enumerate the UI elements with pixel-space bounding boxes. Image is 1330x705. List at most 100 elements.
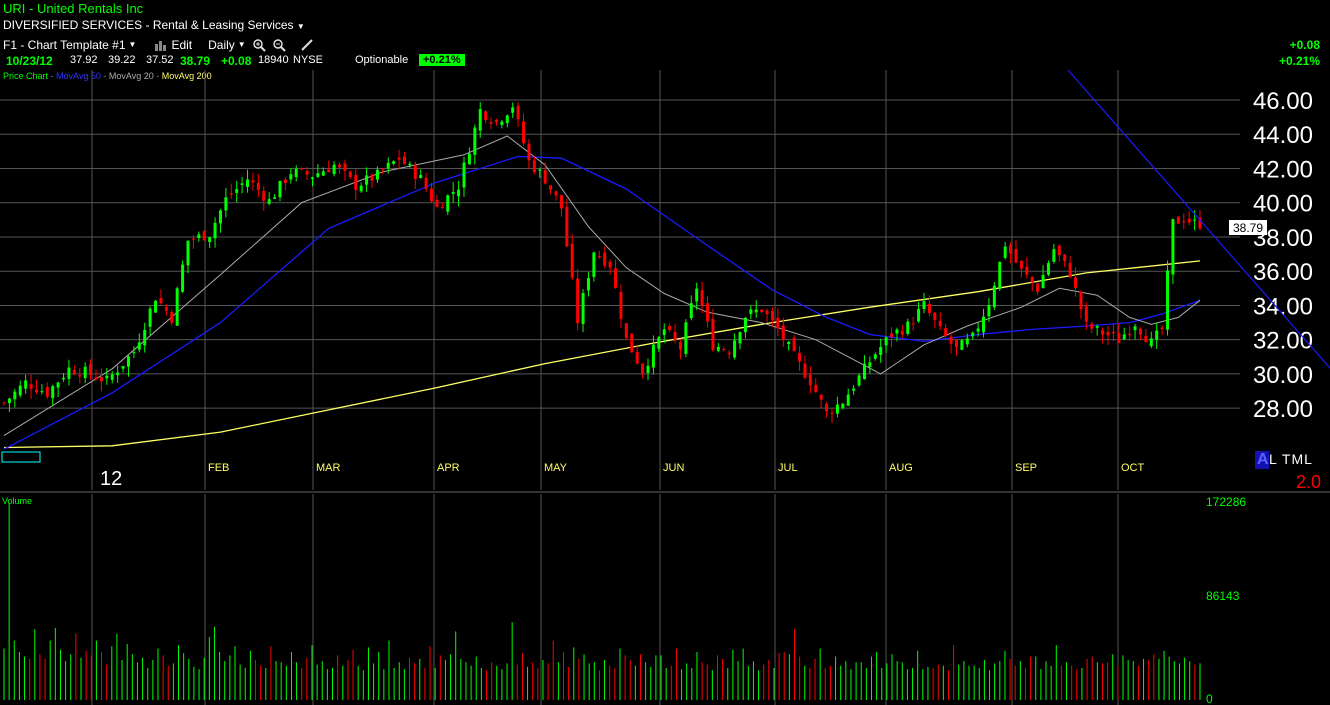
candle-body	[1144, 335, 1148, 343]
candle-body	[467, 153, 471, 165]
candle-body	[1046, 263, 1050, 275]
candle-body	[581, 293, 585, 324]
candle-body	[18, 385, 22, 396]
candle-body	[890, 333, 894, 338]
candle-body	[343, 163, 347, 171]
candle-body	[532, 160, 536, 173]
candle-body	[1160, 327, 1164, 329]
y-tick-label: 32.00	[1253, 328, 1313, 355]
candle-body	[1014, 249, 1018, 263]
candle-body	[500, 121, 504, 125]
candle-body	[116, 372, 120, 376]
y-tick-label: 42.00	[1253, 156, 1313, 183]
candle-body	[743, 317, 747, 333]
candle-body	[110, 374, 114, 380]
y-tick-label: 36.00	[1253, 259, 1313, 286]
candle-body	[841, 403, 845, 408]
period-marker	[1, 451, 41, 463]
candle-body	[971, 332, 975, 337]
candle-body	[689, 303, 693, 319]
month-label: AUG	[889, 462, 913, 474]
candle-body	[668, 325, 672, 331]
chart-grid: 46.0044.0042.0040.0038.0036.0034.0032.00…	[0, 70, 1313, 705]
candle-body	[137, 342, 141, 350]
candle-body	[1074, 277, 1078, 288]
candle-body	[1106, 331, 1110, 336]
candle-body	[862, 363, 866, 380]
candle-body	[798, 352, 802, 362]
candle-body	[440, 206, 444, 209]
candle-body	[662, 329, 666, 336]
candle-body	[375, 169, 379, 180]
candle-body	[494, 119, 498, 122]
candle-body	[419, 174, 423, 179]
month-label: FEB	[208, 462, 229, 474]
candle-body	[224, 197, 228, 211]
candle-body	[1030, 277, 1034, 283]
candle-body	[289, 174, 293, 180]
candle-body	[949, 336, 953, 344]
year-label: 12	[100, 468, 122, 490]
candle-body	[673, 331, 677, 340]
candle-body	[381, 169, 385, 171]
candle-body	[911, 323, 915, 325]
candle-body	[651, 344, 655, 368]
candle-body	[1166, 270, 1170, 330]
y-tick-label: 30.00	[1253, 362, 1313, 389]
candle-body	[148, 308, 152, 327]
month-label: APR	[437, 462, 460, 474]
candle-body	[1128, 333, 1132, 335]
candle-body	[202, 231, 206, 241]
candle-body	[208, 237, 212, 242]
candle-body	[516, 105, 520, 120]
candle-body	[711, 318, 715, 351]
candle-body	[186, 240, 190, 266]
candle-body	[835, 404, 839, 414]
candle-body	[191, 238, 195, 240]
candle-body	[586, 278, 590, 291]
candle-body	[965, 338, 969, 345]
candle-body	[338, 164, 342, 168]
candle-body	[657, 337, 661, 349]
candle-body	[386, 162, 390, 169]
candle-body	[1111, 332, 1115, 334]
candle-body	[1133, 326, 1137, 331]
candle-body	[754, 309, 758, 313]
candle-body	[310, 177, 314, 179]
candle-body	[619, 292, 623, 319]
candle-body	[213, 222, 217, 239]
candle-body	[776, 317, 780, 329]
candle-body	[1068, 263, 1072, 278]
candle-body	[770, 310, 774, 321]
candle-body	[1122, 334, 1126, 340]
candle-body	[716, 346, 720, 351]
candle-body	[976, 328, 980, 332]
candle-body	[1025, 266, 1029, 275]
candle-body	[895, 329, 899, 334]
candle-body	[170, 311, 174, 323]
candle-body	[1052, 249, 1056, 262]
candle-body	[830, 412, 834, 414]
ratio-label: 2.0	[1296, 472, 1321, 492]
month-label: JUL	[778, 462, 798, 474]
candle-body	[554, 191, 558, 196]
candle-body	[765, 310, 769, 315]
ma50-path	[3, 155, 1201, 450]
candle-body	[126, 356, 130, 367]
candle-body	[181, 264, 185, 292]
candle-body	[1193, 219, 1197, 221]
candle-body	[522, 121, 526, 144]
candle-body	[570, 243, 574, 278]
alert-highlight	[1255, 451, 1269, 469]
candle-body	[332, 164, 336, 174]
price-volume-chart[interactable]: 46.0044.0042.0040.0038.0036.0034.0032.00…	[0, 0, 1330, 705]
candle-body	[435, 199, 439, 207]
candle-body	[938, 320, 942, 327]
candle-body	[67, 367, 71, 379]
candle-body	[29, 384, 33, 389]
candle-body	[1079, 291, 1083, 310]
candle-body	[446, 195, 450, 212]
candle-body	[2, 402, 6, 404]
candle-body	[884, 337, 888, 346]
candle-body	[1155, 330, 1159, 340]
